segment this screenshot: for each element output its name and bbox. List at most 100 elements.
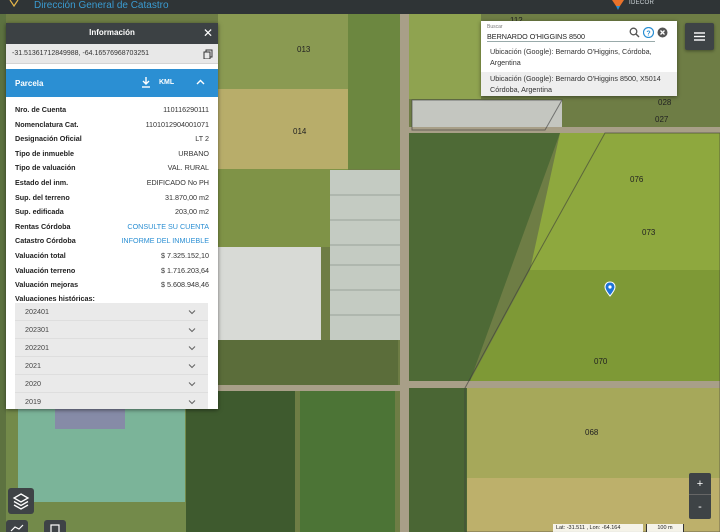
field-value: 1101012904001071 — [145, 119, 209, 129]
field-value: EDIFICADO No PH — [146, 177, 209, 187]
parcel-label: 013 — [297, 45, 311, 54]
field-value: VAL. RURAL — [167, 163, 209, 173]
field-label: Sup. edificada — [15, 207, 64, 217]
list-item[interactable]: 202301 — [15, 321, 208, 340]
download-icon[interactable] — [141, 77, 151, 88]
input-underline — [487, 41, 655, 42]
close-icon[interactable]: ✕ — [203, 26, 213, 40]
panel-title: Información — [89, 28, 135, 37]
field-label: Valuación terreno — [15, 265, 76, 275]
measure-button[interactable] — [6, 520, 28, 532]
field-value: $ 1.716.203,64 — [161, 265, 209, 275]
copy-icon[interactable] — [203, 49, 213, 59]
zoom-in-button[interactable]: + — [689, 473, 711, 495]
zoom-out-button[interactable]: - — [689, 496, 711, 518]
field-value: LT 2 — [195, 134, 209, 144]
chevron-down-icon — [188, 346, 196, 351]
help-icon[interactable]: ? — [643, 27, 654, 38]
chevron-down-icon — [188, 328, 196, 333]
app-subtitle: Dirección General de Catastro — [34, 0, 169, 11]
clear-icon[interactable] — [657, 27, 668, 38]
detail-row: Nomenclatura Cat. 1101012904001071 — [15, 118, 209, 133]
field-label: Designación Oficial — [15, 134, 82, 144]
chevron-down-icon — [188, 310, 196, 315]
parcel-label: 014 — [293, 127, 307, 136]
field-label: Valuación mejoras — [15, 280, 79, 290]
draw-icon — [50, 524, 60, 532]
historica-year: 2019 — [25, 397, 41, 407]
latlon-readout: Lat: -31.511 , Lon: -64.164 — [553, 524, 643, 532]
field-label: Valuación total — [15, 250, 66, 260]
list-item[interactable]: 2020 — [15, 375, 208, 394]
informe-link[interactable]: INFORME DEL INMUEBLE — [121, 234, 209, 249]
coordinates-bar: -31.51361712849988, -64.16576968703251 — [6, 44, 218, 64]
detail-row: Tipo de inmueble URBANO — [15, 147, 209, 162]
kml-download-button[interactable]: KML — [159, 79, 174, 86]
field-value: 110116290111 — [163, 105, 209, 114]
idecor-logo-icon — [612, 0, 624, 10]
chevron-down-icon — [188, 400, 196, 405]
parcel-label: 076 — [630, 175, 644, 184]
layers-button[interactable] — [8, 488, 34, 514]
search-suggestion[interactable]: Ubicación (Google): Bernardo O'Higgins 8… — [481, 72, 677, 96]
field-value: URBANO — [178, 148, 209, 158]
detail-row: Sup. edificada 203,00 m2 — [15, 205, 209, 220]
detail-row: Estado del inm. EDIFICADO No PH — [15, 176, 209, 191]
field-value: $ 5.608.948,46 — [161, 280, 209, 290]
tool-button[interactable] — [44, 520, 66, 532]
menu-button[interactable] — [685, 23, 714, 50]
detail-row: Valuación terreno $ 1.716.203,64 — [15, 264, 209, 279]
parcel-label: 027 — [655, 115, 669, 124]
detail-row: Catastro Córdoba INFORME DEL INMUEBLE — [15, 234, 209, 249]
field-value: 203,00 m2 — [175, 207, 209, 217]
catastro-logo-icon — [9, 0, 19, 8]
historica-year: 2020 — [25, 379, 41, 389]
layers-icon — [12, 493, 30, 510]
parcel-details: Nro. de Cuenta 110116290111 Nomenclatura … — [6, 97, 218, 305]
line-chart-icon — [10, 524, 24, 532]
parcela-section-header[interactable]: Parcela KML — [6, 69, 218, 97]
parcel-label: 070 — [594, 357, 608, 366]
historica-year: 202201 — [25, 343, 49, 353]
parcel-label: 068 — [585, 428, 599, 437]
zoom-control: + - — [689, 473, 711, 519]
field-label: Tipo de inmueble — [15, 148, 74, 158]
search-suggestion[interactable]: Ubicación (Google): Bernardo O'Higgins, … — [481, 46, 677, 68]
field-value: $ 7.325.152,10 — [161, 250, 209, 260]
chevron-down-icon — [188, 364, 196, 369]
field-label: Rentas Córdoba — [15, 221, 71, 231]
list-item[interactable]: 2019 — [15, 393, 208, 409]
field-label: Sup. del terreno — [15, 192, 70, 202]
parcel-label: 073 — [642, 228, 656, 237]
rentas-link[interactable]: CONSULTE SU CUENTA — [127, 220, 209, 235]
svg-text:?: ? — [646, 30, 650, 37]
hamburger-icon — [694, 32, 705, 41]
chevron-down-icon — [188, 382, 196, 387]
chevron-up-icon[interactable] — [196, 78, 205, 87]
historica-year: 2021 — [25, 361, 41, 371]
search-box: Buscar ? Ubicación (Google): Bernardo O'… — [481, 21, 677, 96]
detail-row: Tipo de valuación VAL. RURAL — [15, 161, 209, 176]
section-title: Parcela — [15, 79, 44, 88]
field-label: Nomenclatura Cat. — [15, 119, 79, 129]
scale-bar: 100 m — [646, 524, 684, 532]
list-item[interactable]: 202401 — [15, 303, 208, 322]
detail-row: Designación Oficial LT 2 — [15, 132, 209, 147]
historica-year: 202401 — [25, 307, 49, 316]
search-icon[interactable] — [629, 27, 640, 38]
field-label: Nro. de Cuenta — [15, 105, 67, 114]
field-value: 31.870,00 m2 — [165, 192, 209, 202]
panel-header: Información ✕ — [6, 23, 218, 44]
historica-year: 202301 — [25, 325, 49, 335]
list-item[interactable]: 202201 — [15, 339, 208, 358]
parcel-label: 028 — [658, 98, 672, 107]
detail-row: Sup. del terreno 31.870,00 m2 — [15, 191, 209, 206]
detail-row: Nro. de Cuenta 110116290111 — [15, 103, 209, 118]
detail-row: Valuación mejoras $ 5.608.948,46 — [15, 278, 209, 293]
field-label: Estado del inm. — [15, 177, 69, 187]
list-item[interactable]: 2021 — [15, 357, 208, 376]
field-label: Catastro Córdoba — [15, 236, 76, 246]
detail-row: Rentas Córdoba CONSULTE SU CUENTA — [15, 220, 209, 235]
app-header: Dirección General de Catastro IDECOR — [0, 0, 720, 14]
detail-row: Valuación total $ 7.325.152,10 — [15, 249, 209, 264]
